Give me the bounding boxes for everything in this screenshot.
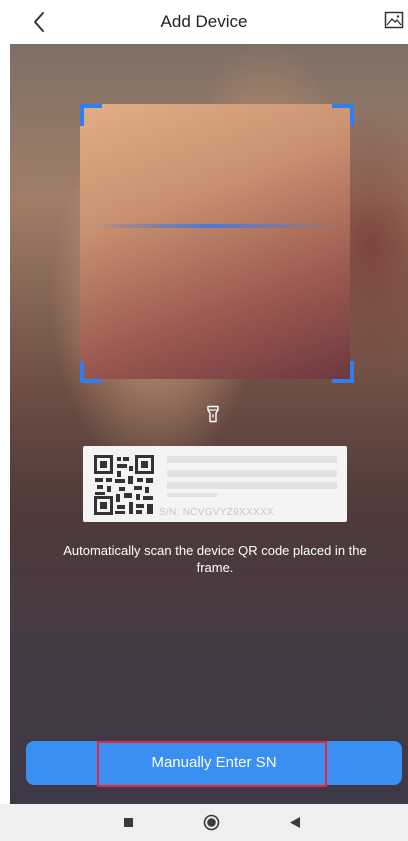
- square-recents-icon[interactable]: [124, 818, 133, 827]
- label-text-line: [167, 493, 217, 497]
- scan-instruction: Automatically scan the device QR code pl…: [63, 543, 367, 575]
- qr-code-icon: [94, 455, 154, 515]
- page-title: Add Device: [160, 12, 248, 31]
- top-bar: Add Device: [0, 0, 408, 44]
- scan-frame-corner-bottom-left: [80, 361, 102, 383]
- triangle-back-icon[interactable]: [290, 817, 300, 828]
- sample-device-label: S/N: NCVGVYZ9XXXXX: [83, 446, 347, 522]
- circle-home-icon[interactable]: [203, 814, 220, 831]
- label-text-line: [167, 470, 337, 477]
- system-nav-bar: [0, 804, 408, 841]
- label-text-line: [167, 482, 337, 489]
- scan-frame-corner-bottom-right: [332, 361, 354, 383]
- label-text-line: [167, 456, 337, 463]
- highlight-box: [97, 741, 327, 787]
- scan-frame-corner-top-right: [332, 104, 354, 126]
- image-gallery-icon[interactable]: [384, 10, 404, 30]
- flashlight-icon[interactable]: [206, 405, 220, 423]
- serial-number-text: S/N: NCVGVYZ9XXXXX: [159, 507, 274, 518]
- scan-line: [90, 224, 335, 228]
- camera-preview: S/N: NCVGVYZ9XXXXX Automatically scan th…: [10, 44, 408, 804]
- scan-frame-corner-top-left: [80, 104, 102, 126]
- scan-frame: [80, 104, 350, 379]
